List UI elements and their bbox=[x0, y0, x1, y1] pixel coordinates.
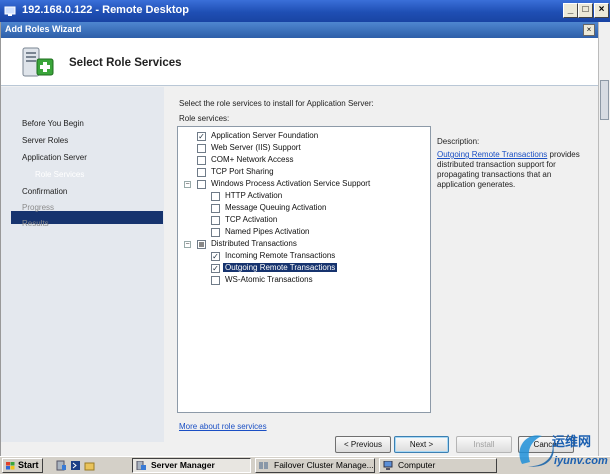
checkbox[interactable]: ✓ bbox=[197, 132, 206, 141]
tree-item-label: Named Pipes Activation bbox=[225, 227, 310, 236]
checkbox-partial[interactable] bbox=[197, 240, 206, 249]
collapse-expander[interactable]: − bbox=[184, 241, 191, 248]
start-button[interactable]: Start bbox=[2, 458, 43, 473]
tree-item-label: Message Queuing Activation bbox=[225, 203, 327, 212]
tree-item-label: Distributed Transactions bbox=[211, 239, 297, 248]
collapse-expander[interactable]: − bbox=[184, 181, 191, 188]
description-label: Description: bbox=[437, 137, 480, 146]
nav-step-progress: Progress bbox=[22, 203, 55, 212]
tree-item-label: WS-Atomic Transactions bbox=[225, 275, 313, 284]
description-text: Outgoing Remote Transactions provides di… bbox=[437, 150, 587, 190]
wizard-close-button[interactable]: × bbox=[583, 24, 595, 36]
description-link[interactable]: Outgoing Remote Transactions bbox=[437, 150, 547, 159]
watermark-text: 运维网 bbox=[552, 434, 591, 450]
tree-item-label: TCP Port Sharing bbox=[211, 167, 274, 176]
wizard-step-nav: Before You Begin Server Roles Applicatio… bbox=[1, 87, 164, 442]
tree-item-label: Windows Process Activation Service Suppo… bbox=[211, 179, 371, 188]
remote-desktop-title-bar: 192.168.0.122 - Remote Desktop _ □ × bbox=[0, 0, 610, 22]
role-services-panel: Select the role services to install for … bbox=[166, 87, 599, 442]
tree-item-label: HTTP Activation bbox=[225, 191, 283, 200]
checkbox[interactable] bbox=[197, 144, 206, 153]
wizard-title: Add Roles Wizard bbox=[5, 24, 82, 34]
nav-step-role-services[interactable]: Role Services bbox=[35, 170, 84, 183]
taskbar-item-failover-cluster-manager[interactable]: Failover Cluster Manage... bbox=[255, 458, 375, 473]
checkbox[interactable] bbox=[211, 228, 220, 237]
previous-button[interactable]: < Previous bbox=[335, 436, 391, 453]
windows-logo-icon bbox=[6, 462, 15, 470]
instruction-text: Select the role services to install for … bbox=[179, 99, 374, 108]
powershell-quicklaunch-icon[interactable] bbox=[70, 460, 81, 471]
maximize-button[interactable]: □ bbox=[578, 3, 593, 18]
nav-step-results: Results bbox=[22, 219, 49, 228]
tree-item-label: COM+ Network Access bbox=[211, 155, 294, 164]
role-services-label: Role services: bbox=[179, 114, 230, 123]
nav-step-server-roles[interactable]: Server Roles bbox=[22, 136, 68, 149]
server-add-role-icon bbox=[22, 47, 54, 77]
taskbar-item-server-manager[interactable]: Server Manager bbox=[132, 458, 251, 473]
role-services-tree[interactable]: ✓ Application Server Foundation Web Serv… bbox=[177, 126, 431, 413]
checkbox[interactable]: ✓ bbox=[211, 252, 220, 261]
server-manager-icon bbox=[136, 461, 146, 470]
add-roles-wizard: Add Roles Wizard × Select Role Services … bbox=[0, 22, 599, 456]
task-label: Computer bbox=[398, 460, 436, 470]
checkbox[interactable]: ✓ bbox=[211, 264, 220, 273]
computer-icon bbox=[383, 461, 393, 470]
wizard-title-bar: Add Roles Wizard × bbox=[1, 22, 599, 38]
close-button[interactable]: × bbox=[594, 3, 609, 18]
checkbox[interactable] bbox=[211, 276, 220, 285]
vertical-scrollbar[interactable] bbox=[598, 22, 610, 456]
task-label: Server Manager bbox=[151, 460, 215, 470]
taskbar-item-computer[interactable]: Computer bbox=[379, 458, 497, 473]
checkbox[interactable] bbox=[211, 192, 220, 201]
task-label: Failover Cluster Manage... bbox=[274, 460, 374, 470]
remote-desktop-icon bbox=[4, 6, 16, 16]
explorer-quicklaunch-icon[interactable] bbox=[84, 460, 95, 471]
install-button: Install bbox=[456, 436, 512, 453]
server-manager-quicklaunch-icon[interactable] bbox=[56, 460, 67, 471]
tree-item-label: Application Server Foundation bbox=[211, 131, 319, 140]
watermark-logo: 运维网 iyunv.com bbox=[519, 434, 608, 467]
nav-step-confirmation[interactable]: Confirmation bbox=[22, 187, 67, 200]
checkbox[interactable] bbox=[197, 168, 206, 177]
start-label: Start bbox=[18, 460, 39, 470]
checkbox[interactable] bbox=[211, 204, 220, 213]
nav-step-application-server[interactable]: Application Server bbox=[22, 153, 87, 166]
watermark-url: iyunv.com bbox=[554, 455, 608, 467]
more-about-role-services-link[interactable]: More about role services bbox=[179, 422, 267, 431]
tree-item-label: Incoming Remote Transactions bbox=[225, 251, 336, 260]
tree-item-label: TCP Activation bbox=[225, 215, 278, 224]
checkbox[interactable] bbox=[197, 180, 206, 189]
checkbox[interactable] bbox=[197, 156, 206, 165]
wizard-header: Select Role Services bbox=[1, 38, 599, 86]
remote-desktop-title: 192.168.0.122 - Remote Desktop bbox=[22, 4, 189, 16]
checkbox[interactable] bbox=[211, 216, 220, 225]
scrollbar-thumb[interactable] bbox=[600, 80, 609, 120]
next-button[interactable]: Next > bbox=[394, 436, 449, 453]
nav-step-before-you-begin[interactable]: Before You Begin bbox=[22, 119, 84, 132]
page-title: Select Role Services bbox=[69, 57, 182, 69]
minimize-button[interactable]: _ bbox=[563, 3, 578, 18]
cluster-manager-icon bbox=[259, 462, 268, 469]
tree-item-label: Web Server (IIS) Support bbox=[211, 143, 301, 152]
tree-item-label-selected: Outgoing Remote Transactions bbox=[223, 263, 338, 272]
